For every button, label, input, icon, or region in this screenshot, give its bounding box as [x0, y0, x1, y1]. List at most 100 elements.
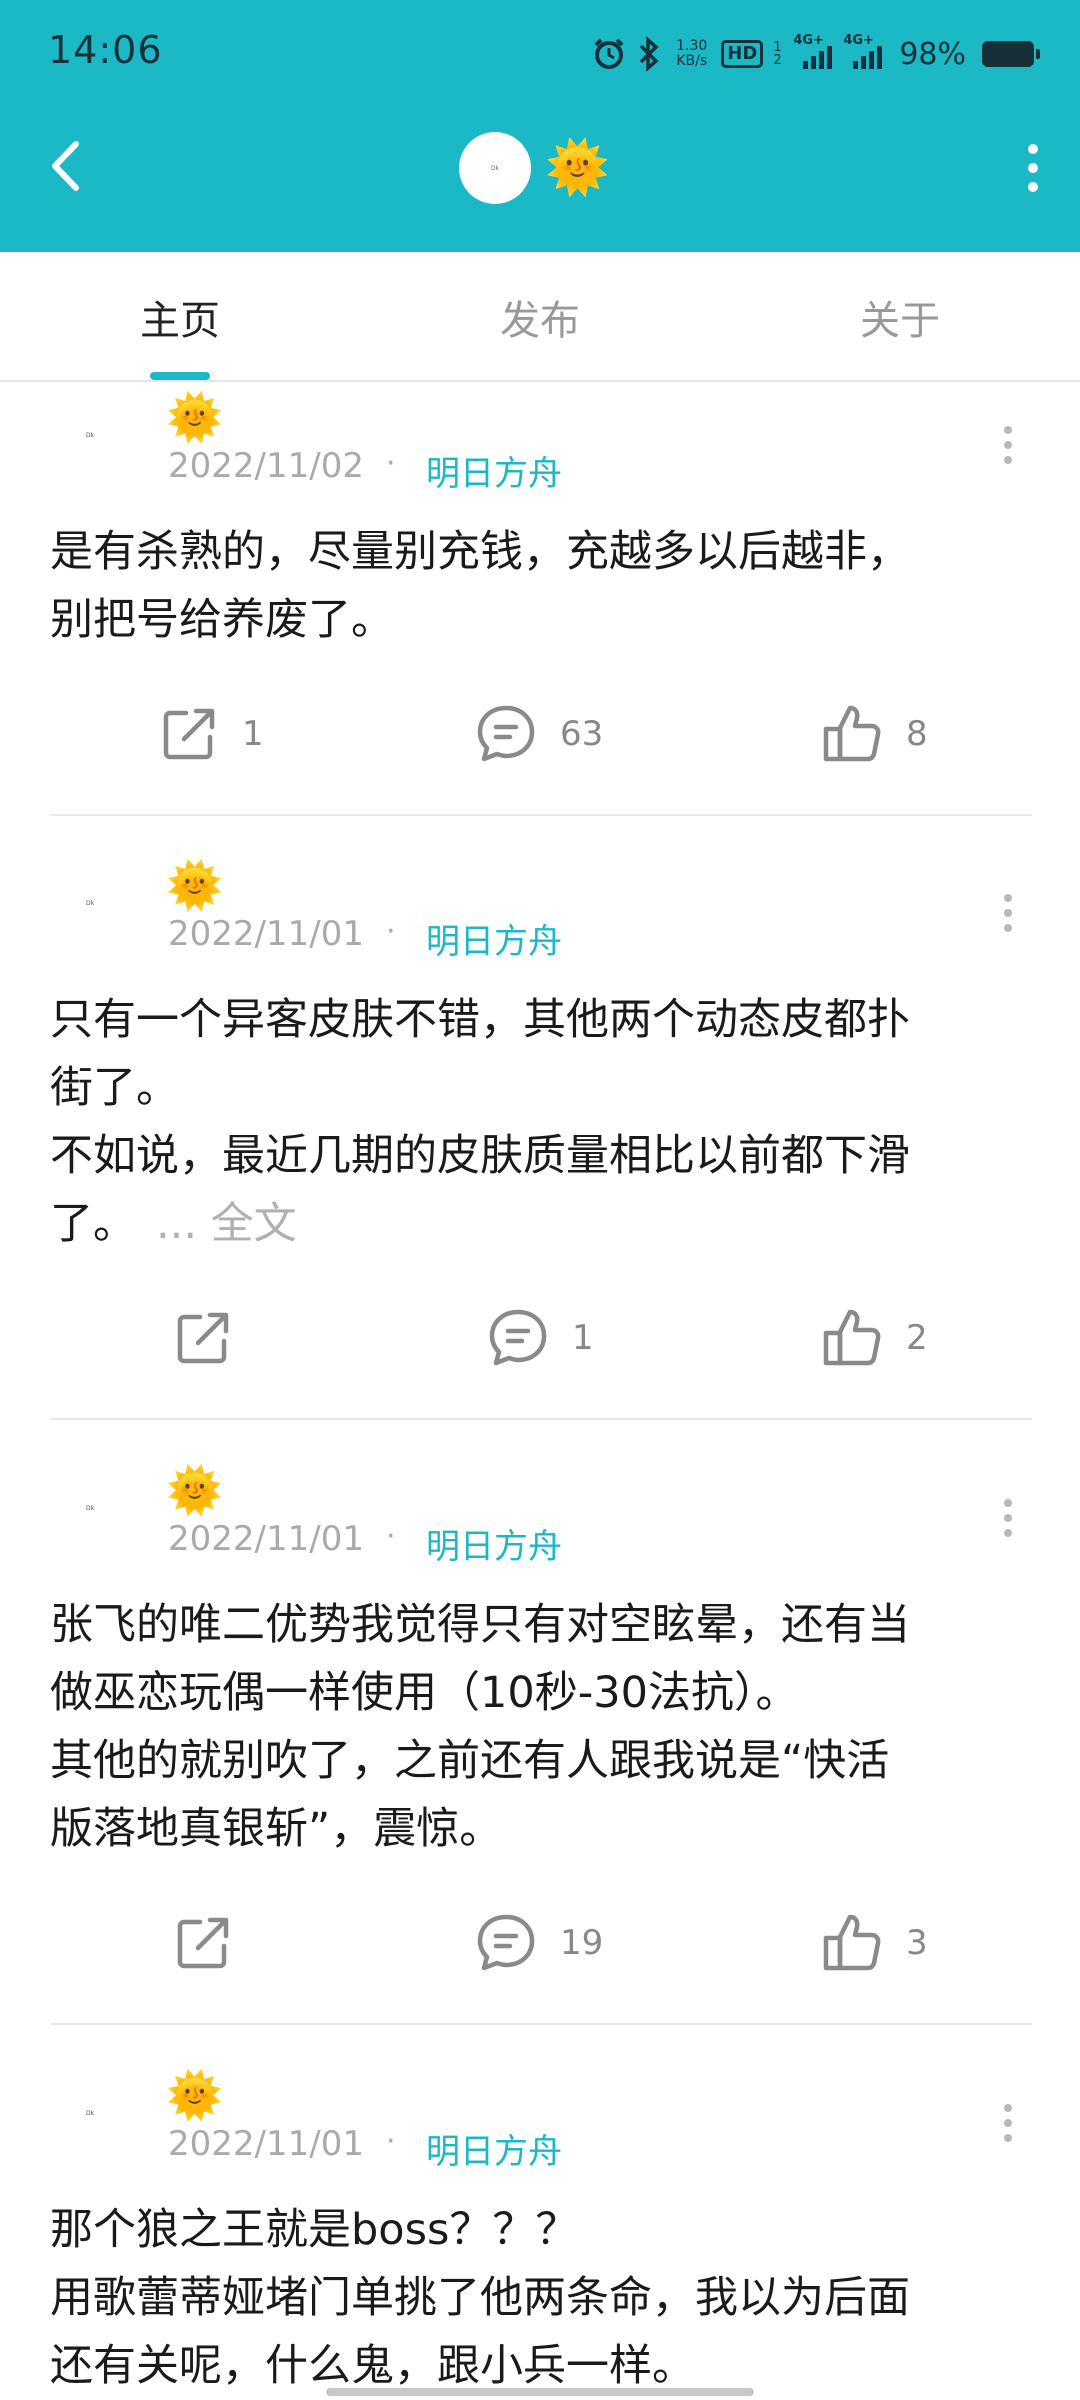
like-button[interactable]: 3: [820, 1903, 928, 1983]
thumbs-up-icon: [823, 705, 881, 762]
post-body[interactable]: 张飞的唯二优势我觉得只有对空眩晕，还有当 做巫恋玩偶一样使用（10秒-30法抗）…: [50, 1591, 1040, 1863]
hd-sub-label: 1 2: [773, 40, 782, 68]
like-button[interactable]: 2: [820, 1298, 928, 1378]
comment-count: 63: [560, 714, 604, 754]
comment-button[interactable]: 1: [486, 1298, 594, 1378]
comment-icon: [489, 1309, 547, 1366]
net-speed-unit: KB/s: [676, 53, 708, 69]
comment-button[interactable]: 19: [474, 1903, 603, 1983]
user-avatar[interactable]: Dk: [86, 900, 114, 914]
post-date: 2022/11/01: [168, 1519, 364, 1559]
share-icon: [177, 1312, 229, 1364]
battery-percent: 98%: [899, 36, 966, 72]
meta-separator: ·: [386, 2124, 396, 2159]
share-button[interactable]: [172, 1298, 256, 1378]
signal-icon-2: 4G+: [843, 33, 883, 69]
post-text-line: 其他的就别吹了，之前还有人跟我说是“快活: [50, 1736, 890, 1786]
post-body[interactable]: 那个狼之王就是boss？？？ 用歌蕾蒂娅堵门单挑了他两条命，我以为后面 还有关呢…: [50, 2196, 1040, 2400]
post-date: 2022/11/01: [168, 2124, 364, 2164]
signal-label-1: 4G+: [793, 33, 824, 48]
sun-emoji-icon: 🌞: [166, 390, 224, 444]
post-text-line: 用歌蕾蒂娅堵门单挑了他两条命，我以为后面: [50, 2273, 910, 2323]
tab-publish[interactable]: 发布: [440, 288, 640, 346]
share-button[interactable]: 1: [158, 694, 264, 774]
post-divider: [50, 814, 1032, 816]
post-text-line: 街了。: [50, 1063, 179, 1113]
user-avatar[interactable]: Dk: [86, 432, 114, 446]
comment-count: 19: [560, 1923, 604, 1963]
user-avatar[interactable]: Dk: [86, 1505, 114, 1519]
sun-emoji-icon: 🌞: [166, 1463, 224, 1517]
post-body[interactable]: 只有一个异客皮肤不错，其他两个动态皮都扑 街了。 不如说，最近几期的皮肤质量相比…: [50, 986, 1040, 1258]
tab-home[interactable]: 主页: [80, 288, 280, 346]
meta-separator: ·: [386, 1519, 396, 1554]
post-topic-tag[interactable]: 明日方舟: [426, 1519, 562, 1568]
post-text-line: 那个狼之王就是boss？？？: [50, 2205, 579, 2255]
post-topic-tag[interactable]: 明日方舟: [426, 2124, 562, 2173]
hd-voice-icon: HD: [721, 40, 764, 68]
comment-icon: [477, 705, 535, 762]
post-date: 2022/11/02: [168, 446, 364, 486]
chevron-left-icon: [52, 141, 79, 191]
share-count: 1: [242, 714, 264, 754]
post-body[interactable]: 是有杀熟的，尽量别充钱，充越多以后越非， 别把号给养废了。: [50, 518, 1040, 654]
post-actions: 19 3: [0, 1903, 1080, 1983]
post-menu-button[interactable]: [996, 894, 1020, 932]
post-menu-button[interactable]: [996, 2104, 1020, 2142]
comment-icon: [477, 1914, 535, 1971]
back-button[interactable]: [40, 136, 90, 196]
post-topic-tag[interactable]: 明日方舟: [426, 446, 562, 495]
more-dot-icon: [1028, 182, 1038, 192]
alarm-icon: [592, 34, 626, 74]
post-divider: [50, 2023, 1032, 2025]
post-text-line: 别把号给养废了。: [50, 595, 394, 645]
net-speed: 1.30 KB/s: [676, 39, 707, 69]
more-dot-icon: [1028, 163, 1038, 173]
post-divider: [50, 1418, 1032, 1420]
like-count: 8: [906, 714, 928, 754]
thumbs-up-icon: [823, 1914, 881, 1971]
post-menu-button[interactable]: [996, 1499, 1020, 1537]
home-indicator[interactable]: [326, 2388, 754, 2396]
post-text-line: 只有一个异客皮肤不错，其他两个动态皮都扑: [50, 995, 910, 1045]
thumbs-up-icon: [823, 1309, 881, 1366]
share-icon: [177, 1917, 229, 1969]
comment-count: 1: [572, 1318, 594, 1358]
like-count: 3: [906, 1923, 928, 1963]
post-actions: 1 2: [0, 1298, 1080, 1378]
meta-separator: ·: [386, 914, 396, 949]
status-time: 14:06: [48, 28, 163, 72]
post-text-line: 做巫恋玩偶一样使用（10秒-30法抗）。: [50, 1668, 799, 1718]
post-topic-tag[interactable]: 明日方舟: [426, 914, 562, 963]
post-text-line: 张飞的唯二优势我觉得只有对空眩晕，还有当: [50, 1600, 910, 1650]
post-text-line: 了。: [50, 1199, 136, 1249]
like-button[interactable]: 8: [820, 694, 928, 774]
net-speed-value: 1.30: [676, 38, 708, 54]
post-menu-button[interactable]: [996, 426, 1020, 464]
tab-about[interactable]: 关于: [800, 288, 1000, 346]
comment-button[interactable]: 63: [474, 694, 603, 774]
tab-active-indicator: [150, 372, 210, 380]
tab-bar: 主页 发布 关于: [0, 252, 1080, 382]
battery-icon: [982, 41, 1040, 67]
like-count: 2: [906, 1318, 928, 1358]
post-actions: 1 63 8: [0, 694, 1080, 774]
more-options-button[interactable]: [1008, 140, 1058, 196]
post-text-line: 不如说，最近几期的皮肤质量相比以前都下滑: [50, 1131, 910, 1181]
share-icon: [163, 708, 215, 760]
profile-avatar[interactable]: Dk: [459, 132, 531, 204]
signal-icon-1: 4G+: [793, 33, 833, 69]
more-dot-icon: [1028, 144, 1038, 154]
share-button[interactable]: [172, 1903, 256, 1983]
status-bar: 14:06 1.30 KB/s HD 1 2 4G+ 4G+ 98%: [0, 0, 1080, 108]
post-date: 2022/11/01: [168, 914, 364, 954]
app-header: 14:06 1.30 KB/s HD 1 2 4G+ 4G+ 98% Dk 🌞: [0, 0, 1080, 252]
sun-emoji-icon: 🌞: [166, 858, 224, 912]
status-icons: 1.30 KB/s HD 1 2 4G+ 4G+ 98%: [592, 33, 1040, 74]
signal-label-2: 4G+: [843, 33, 874, 48]
post-text-line: 是有杀熟的，尽量别充钱，充越多以后越非，: [50, 527, 910, 577]
user-avatar[interactable]: Dk: [86, 2110, 114, 2124]
post-text-line: 版落地真银斩”，震惊。: [50, 1804, 503, 1854]
read-more-link[interactable]: ... 全文: [156, 1199, 297, 1249]
sun-emoji-icon: 🌞: [166, 2068, 224, 2122]
